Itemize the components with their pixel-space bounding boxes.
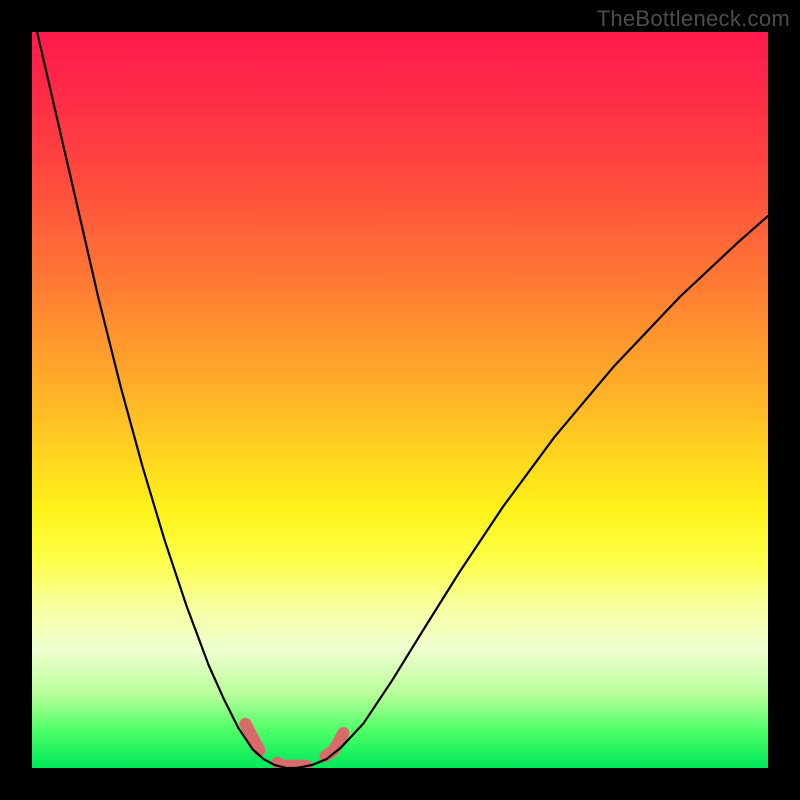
curve-layer xyxy=(32,32,768,768)
bottleneck-curve xyxy=(32,32,768,768)
chart-frame: TheBottleneck.com xyxy=(0,0,800,800)
watermark-text: TheBottleneck.com xyxy=(597,6,790,32)
trough-marker xyxy=(245,724,348,766)
plot-area xyxy=(32,32,768,768)
